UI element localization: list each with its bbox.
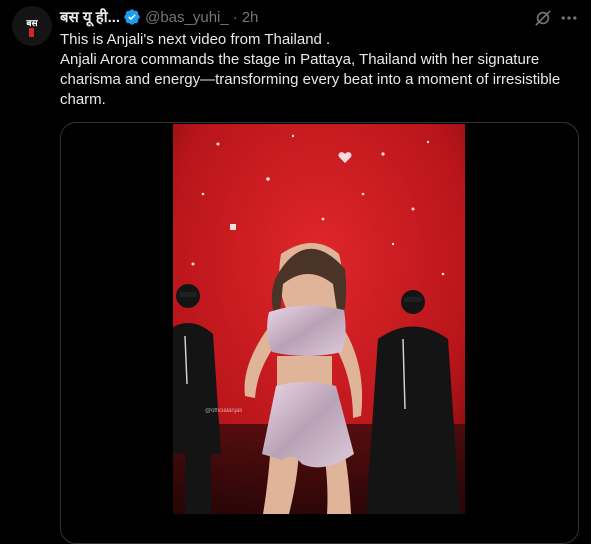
verified-badge-icon[interactable] [123, 8, 141, 26]
more-icon[interactable] [559, 8, 579, 28]
avatar[interactable]: बस [12, 6, 52, 46]
separator-dot: · [232, 8, 238, 26]
tweet-text: This is Anjali's next video from Thailan… [60, 30, 584, 110]
handle[interactable]: @bas_yuhi_ [145, 9, 229, 26]
tweet-text-line-2: Anjali Arora commands the stage in Patta… [60, 51, 561, 108]
timestamp[interactable]: 2h [242, 9, 259, 26]
display-name[interactable]: बस यू ही... [60, 7, 120, 27]
tweet-header: बस यू ही... @bas_yuhi_ · 2h [60, 7, 258, 27]
avatar-text: बस [26, 17, 38, 28]
tweet[interactable]: बस बस यू ही... @bas_yuhi_ · 2h This is A… [0, 0, 591, 544]
video-watermark: @officialanjali [205, 408, 242, 414]
video-frame: @officialanjali [173, 124, 465, 514]
tweet-text-line-1: This is Anjali's next video from Thailan… [60, 31, 331, 48]
grok-icon[interactable] [533, 8, 553, 28]
video-player[interactable]: @officialanjali [173, 124, 465, 514]
avatar-mark [29, 28, 34, 37]
